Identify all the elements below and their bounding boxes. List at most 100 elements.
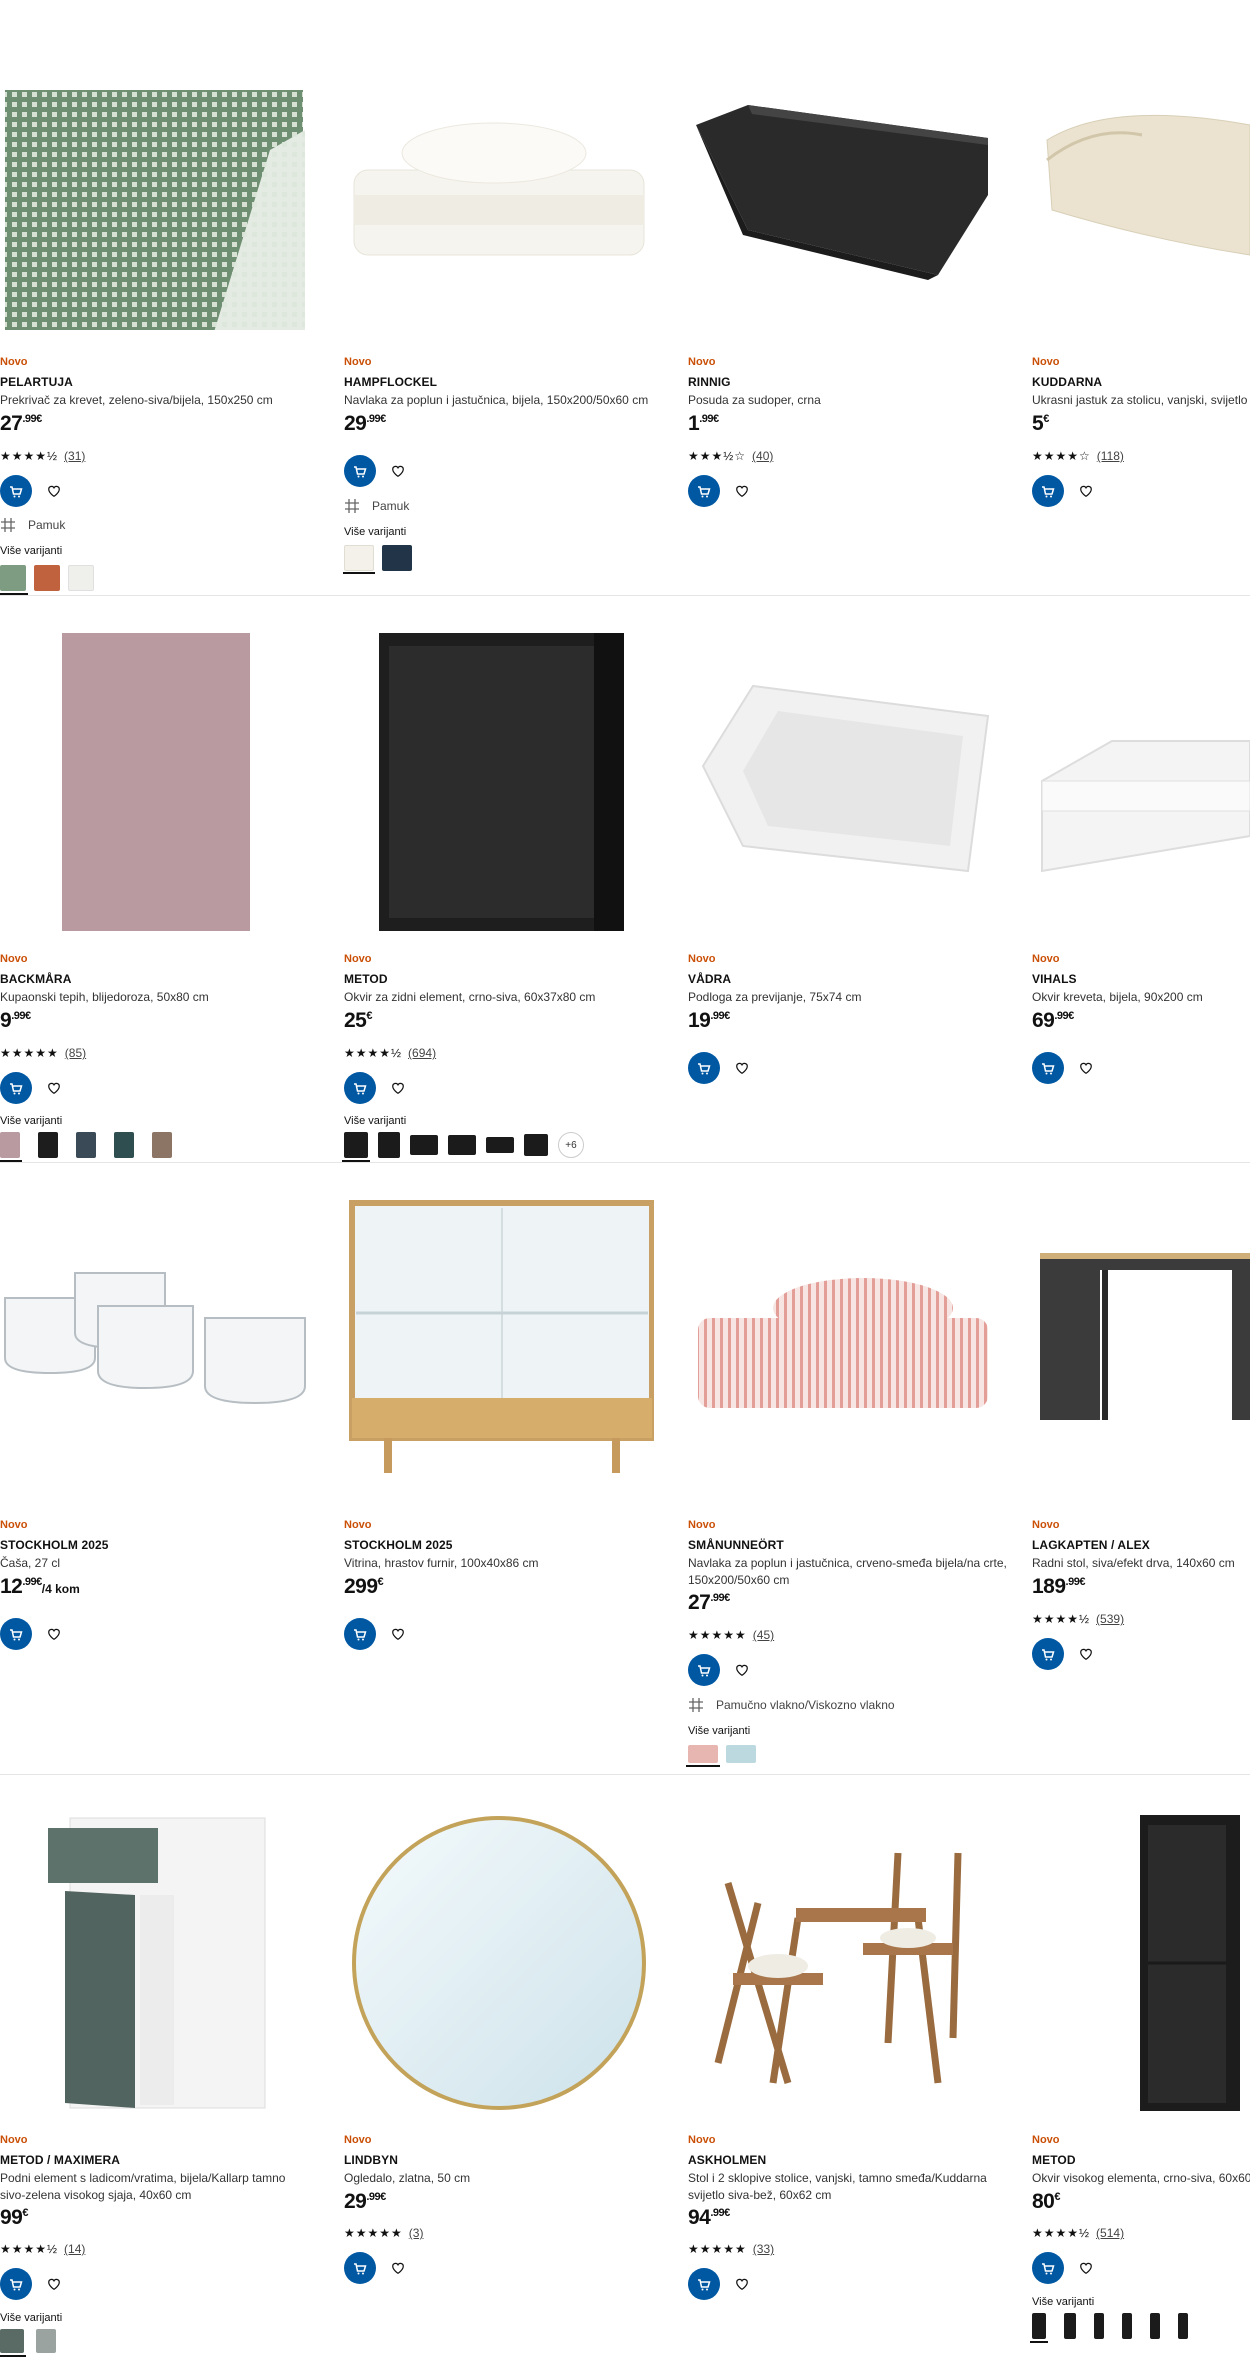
favourite-button[interactable]	[732, 1058, 752, 1078]
product-name[interactable]: METOD	[344, 972, 388, 986]
add-to-cart-button[interactable]	[0, 2268, 32, 2300]
variant-swatch[interactable]	[0, 1132, 22, 1162]
add-to-cart-button[interactable]	[1032, 1638, 1064, 1670]
favourite-button[interactable]	[1076, 481, 1096, 501]
variant-swatch[interactable]	[114, 1132, 134, 1158]
variant-swatch[interactable]	[1064, 2313, 1076, 2339]
favourite-button[interactable]	[732, 2274, 752, 2294]
product-card[interactable]: Novo PELARTUJA Prekrivač za krevet, zele…	[0, 0, 320, 595]
product-name[interactable]: RINNIG	[688, 375, 731, 389]
favourite-button[interactable]	[1076, 2258, 1096, 2278]
product-image[interactable]	[1032, 631, 1250, 931]
product-image[interactable]	[344, 1813, 654, 2113]
variant-swatch[interactable]	[1178, 2313, 1188, 2339]
review-count[interactable]: (539)	[1096, 1612, 1124, 1626]
add-to-cart-button[interactable]	[0, 1072, 32, 1104]
add-to-cart-button[interactable]	[0, 475, 32, 507]
product-name[interactable]: METOD / MAXIMERA	[0, 2153, 120, 2167]
product-name[interactable]: VIHALS	[1032, 972, 1077, 986]
rating[interactable]: ★★★★☆ (118)	[1032, 449, 1124, 463]
product-name[interactable]: BACKMÅRA	[0, 972, 71, 986]
review-count[interactable]: (3)	[409, 2226, 424, 2240]
favourite-button[interactable]	[388, 1624, 408, 1644]
favourite-button[interactable]	[388, 1078, 408, 1098]
product-name[interactable]: ASKHOLMEN	[688, 2153, 766, 2167]
variant-swatch[interactable]	[1122, 2313, 1132, 2339]
review-count[interactable]: (40)	[752, 449, 773, 463]
variant-swatch[interactable]	[38, 1132, 58, 1158]
product-name[interactable]: LINDBYN	[344, 2153, 398, 2167]
review-count[interactable]: (33)	[753, 2242, 774, 2256]
add-to-cart-button[interactable]	[1032, 2252, 1064, 2284]
product-name[interactable]: STOCKHOLM 2025	[0, 1538, 109, 1552]
product-card[interactable]: Novo VIHALS Okvir kreveta, bijela, 90x20…	[1032, 596, 1250, 1162]
review-count[interactable]: (514)	[1096, 2226, 1124, 2240]
variant-swatch[interactable]	[1094, 2313, 1104, 2339]
variant-swatch[interactable]	[76, 1132, 96, 1158]
add-to-cart-button[interactable]	[344, 455, 376, 487]
review-count[interactable]: (694)	[408, 1046, 436, 1060]
product-image[interactable]	[344, 30, 654, 330]
product-name[interactable]: KUDDARNA	[1032, 375, 1102, 389]
review-count[interactable]: (85)	[65, 1046, 86, 1060]
favourite-button[interactable]	[388, 2258, 408, 2278]
product-image[interactable]	[1032, 1198, 1250, 1498]
product-image[interactable]	[688, 30, 998, 330]
variant-swatch[interactable]	[1150, 2313, 1160, 2339]
add-to-cart-button[interactable]	[688, 1052, 720, 1084]
product-image[interactable]	[344, 1198, 654, 1498]
variant-swatch[interactable]	[410, 1135, 438, 1155]
rating[interactable]: ★★★★★ (85)	[0, 1046, 86, 1060]
favourite-button[interactable]	[732, 1660, 752, 1680]
variant-swatch[interactable]	[342, 1132, 370, 1162]
product-name[interactable]: LAGKAPTEN / ALEX	[1032, 1538, 1150, 1552]
favourite-button[interactable]	[732, 481, 752, 501]
product-card[interactable]: Novo HAMPFLOCKEL Navlaka za poplun i jas…	[343, 0, 664, 595]
add-to-cart-button[interactable]	[688, 475, 720, 507]
variant-swatch[interactable]	[68, 565, 94, 591]
product-image[interactable]	[688, 631, 998, 931]
product-name[interactable]: SMÅNUNNEÖRT	[688, 1538, 784, 1552]
product-image[interactable]	[0, 631, 310, 931]
product-image[interactable]	[1032, 1813, 1250, 2113]
rating[interactable]: ★★★★½ (694)	[344, 1046, 436, 1060]
rating[interactable]: ★★★½☆ (40)	[688, 449, 773, 463]
review-count[interactable]: (118)	[1097, 449, 1124, 463]
add-to-cart-button[interactable]	[344, 1618, 376, 1650]
product-image[interactable]	[0, 1198, 310, 1498]
favourite-button[interactable]	[44, 2274, 64, 2294]
product-card[interactable]: Novo METOD Okvir za zidni element, crno-…	[342, 596, 664, 1162]
review-count[interactable]: (14)	[64, 2242, 85, 2256]
add-to-cart-button[interactable]	[344, 2252, 376, 2284]
rating[interactable]: ★★★★½ (514)	[1032, 2226, 1124, 2240]
variant-swatch[interactable]	[378, 1132, 400, 1158]
favourite-button[interactable]	[44, 1624, 64, 1644]
review-count[interactable]: (31)	[64, 449, 85, 463]
product-card[interactable]: Novo STOCKHOLM 2025 Čaša, 27 cl 12.99€/4…	[0, 1163, 320, 1774]
variant-swatch[interactable]	[0, 565, 28, 595]
product-name[interactable]: HAMPFLOCKEL	[344, 375, 437, 389]
product-image[interactable]	[1032, 30, 1250, 330]
rating[interactable]: ★★★★½ (31)	[0, 449, 85, 463]
variant-swatch[interactable]	[1030, 2313, 1048, 2343]
favourite-button[interactable]	[1076, 1058, 1096, 1078]
product-image[interactable]	[0, 1813, 310, 2113]
variant-swatch[interactable]	[726, 1745, 756, 1763]
favourite-button[interactable]	[388, 461, 408, 481]
favourite-button[interactable]	[44, 1078, 64, 1098]
variant-swatch[interactable]	[686, 1745, 720, 1767]
more-variants-button[interactable]: +6	[558, 1132, 584, 1158]
favourite-button[interactable]	[44, 481, 64, 501]
variant-swatch[interactable]	[486, 1137, 514, 1153]
variant-swatch[interactable]	[0, 2329, 26, 2357]
variant-swatch[interactable]	[343, 545, 375, 574]
product-card[interactable]: Novo BACKMÅRA Kupaonski tepih, blijedoro…	[0, 596, 320, 1162]
add-to-cart-button[interactable]	[688, 2268, 720, 2300]
product-card[interactable]: Novo ASKHOLMEN Stol i 2 sklopive stolice…	[688, 1775, 1008, 2358]
favourite-button[interactable]	[1076, 1644, 1096, 1664]
product-card[interactable]: Novo SMÅNUNNEÖRT Navlaka za poplun i jas…	[686, 1163, 1008, 1774]
add-to-cart-button[interactable]	[0, 1618, 32, 1650]
rating[interactable]: ★★★★½ (539)	[1032, 1612, 1124, 1626]
rating[interactable]: ★★★★★ (45)	[688, 1628, 774, 1642]
product-card[interactable]: Novo LINDBYN Ogledalo, zlatna, 50 cm 29.…	[344, 1775, 664, 2358]
